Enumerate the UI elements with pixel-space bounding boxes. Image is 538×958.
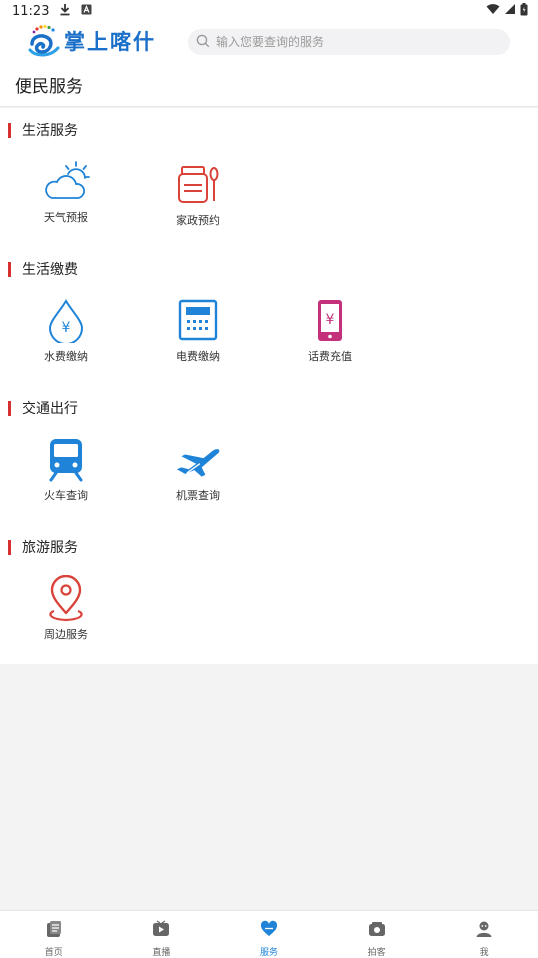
- live-play-icon: [152, 920, 170, 942]
- section-title: 生活缴费: [22, 262, 78, 278]
- section-accent-bar: [8, 261, 11, 277]
- logo-swirl-icon: [28, 24, 60, 57]
- nav-home[interactable]: 首页: [0, 911, 108, 958]
- section-accent-bar: [8, 400, 11, 416]
- svg-text:¥: ¥: [62, 320, 71, 336]
- electricity-bill-icon: [174, 299, 222, 343]
- housekeeping-icon: [174, 163, 222, 207]
- service-label: 天气预报: [44, 211, 88, 224]
- section-header: 交通出行: [8, 400, 78, 417]
- page-title-bar: 便民服务: [0, 62, 538, 107]
- signal-icon: [504, 3, 516, 19]
- service-weather[interactable]: 天气预报: [21, 160, 111, 225]
- app-logo: 掌上喀什: [28, 24, 156, 58]
- service-label: 水费缴纳: [44, 350, 88, 363]
- search-input[interactable]: [216, 35, 496, 49]
- heart-service-icon: [260, 920, 278, 942]
- section-title: 生活服务: [22, 123, 78, 139]
- nav-label: 我: [479, 948, 489, 958]
- service-train[interactable]: 火车查询: [21, 438, 111, 503]
- service-electricity-bill[interactable]: 电费缴纳: [153, 299, 243, 364]
- page-title: 便民服务: [15, 76, 83, 97]
- status-bar: 11:23: [0, 0, 538, 22]
- status-time: 11:23: [12, 3, 50, 19]
- service-airplane[interactable]: 机票查询: [153, 438, 243, 503]
- section-accent-bar: [8, 539, 11, 555]
- phone-recharge-icon: ¥: [306, 299, 354, 343]
- battery-icon: [520, 2, 528, 20]
- section-title: 旅游服务: [22, 540, 78, 556]
- section-header: 生活缴费: [8, 261, 78, 278]
- nav-live[interactable]: 直播: [108, 911, 216, 958]
- section-title: 交通出行: [22, 401, 78, 417]
- svg-text:¥: ¥: [326, 312, 335, 328]
- nav-label: 服务: [259, 948, 278, 958]
- logo-text: 掌上喀什: [64, 30, 156, 54]
- service-nearby[interactable]: 周边服务: [21, 575, 111, 642]
- home-news-icon: [45, 920, 63, 942]
- service-label: 机票查询: [176, 489, 220, 502]
- section-header: 旅游服务: [8, 539, 78, 556]
- service-label: 话费充值: [308, 350, 352, 363]
- service-water-bill[interactable]: ¥ 水费缴纳: [21, 299, 111, 364]
- location-pin-icon: [42, 575, 90, 622]
- a-badge-icon: [81, 4, 92, 19]
- train-icon: [42, 438, 90, 482]
- service-label: 周边服务: [44, 628, 88, 641]
- user-profile-icon: [475, 920, 493, 942]
- service-label: 火车查询: [44, 489, 88, 502]
- bottom-nav: 首页 直播 服务 拍客 我: [0, 910, 538, 958]
- service-housekeeping[interactable]: 家政预约: [153, 163, 243, 228]
- download-icon: [59, 3, 71, 20]
- airplane-icon: [174, 438, 222, 482]
- water-bill-icon: ¥: [42, 299, 90, 343]
- search-box[interactable]: [188, 29, 510, 55]
- app-header: 掌上喀什: [0, 22, 538, 62]
- service-label: 电费缴纳: [176, 350, 220, 363]
- nav-label: 首页: [44, 948, 63, 958]
- section-accent-bar: [8, 122, 11, 138]
- service-phone-recharge[interactable]: ¥ 话费充值: [285, 299, 375, 364]
- nav-label: 直播: [152, 948, 171, 958]
- camera-icon: [368, 920, 386, 942]
- service-label: 家政预约: [176, 214, 220, 227]
- nav-me[interactable]: 我: [430, 911, 538, 958]
- nav-paike[interactable]: 拍客: [323, 911, 431, 958]
- nav-service[interactable]: 服务: [215, 911, 323, 958]
- nav-label: 拍客: [367, 948, 386, 958]
- weather-icon: [42, 160, 90, 204]
- services-content: 生活服务 天气预报 家政预约 生活缴费 ¥ 水费缴纳 电费缴纳 ¥ 话费充值 交…: [0, 108, 538, 664]
- search-icon: [196, 33, 210, 52]
- section-header: 生活服务: [8, 122, 78, 139]
- wifi-icon: [486, 3, 500, 19]
